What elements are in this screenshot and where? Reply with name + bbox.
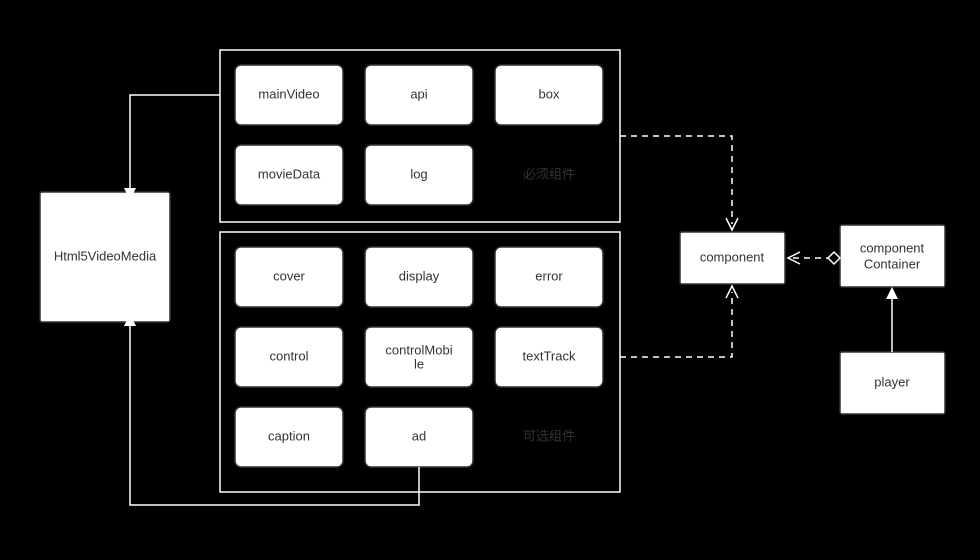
label-display: display: [399, 268, 440, 283]
diamond-container: [828, 252, 840, 264]
label-controlmobile-1: controlMobi: [385, 342, 452, 357]
label-caption: caption: [268, 428, 310, 443]
label-error: error: [535, 268, 563, 283]
label-required: 必须组件: [523, 166, 575, 181]
label-html5videomedia: Html5VideoMedia: [54, 248, 157, 263]
label-ad: ad: [412, 428, 426, 443]
label-texttrack: textTrack: [523, 348, 576, 363]
label-controlmobile-2: le: [414, 356, 424, 371]
label-api: api: [410, 86, 427, 101]
edge-html5-required: [130, 95, 220, 192]
label-component: component: [700, 249, 765, 264]
label-cover: cover: [273, 268, 305, 283]
label-component-container-2: Container: [864, 256, 921, 271]
label-moviedata: movieData: [258, 166, 321, 181]
arrowhead-player-container: [886, 287, 898, 299]
label-component-container-1: component: [860, 240, 925, 255]
label-log: log: [410, 166, 427, 181]
label-mainvideo: mainVideo: [258, 86, 319, 101]
label-box: box: [539, 86, 560, 101]
label-control: control: [269, 348, 308, 363]
edge-required-component: [620, 136, 732, 224]
edge-optional-component: [620, 292, 732, 357]
label-player: player: [874, 374, 910, 389]
label-optional: 可选组件: [523, 428, 575, 443]
